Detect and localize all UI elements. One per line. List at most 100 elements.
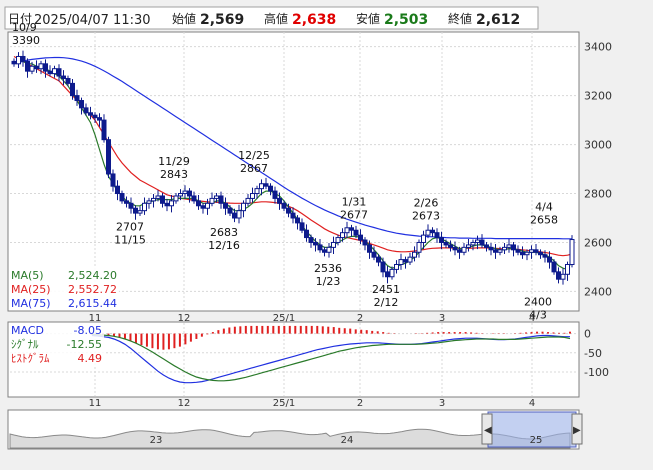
macd-legend-label: MACD xyxy=(11,324,44,337)
candle-body xyxy=(196,200,201,207)
candle-body xyxy=(565,264,570,275)
candle-body xyxy=(326,246,332,253)
candle-body xyxy=(484,244,489,248)
price-tick-label: 2800 xyxy=(584,188,612,201)
candle-body xyxy=(421,234,426,243)
candle-body xyxy=(268,185,273,192)
price-axis: 3400 3200 3000 2800 2600 2400 xyxy=(584,41,612,299)
candle-body xyxy=(43,63,48,72)
candle-body xyxy=(38,63,44,70)
annotation-line2: 2673 xyxy=(412,210,440,223)
annotation-line1: 2683 xyxy=(210,226,238,239)
annotation-line1: 11/29 xyxy=(158,155,190,168)
candle-body xyxy=(254,188,260,195)
candle-body xyxy=(236,210,242,219)
annotation-line1: 4/4 xyxy=(535,200,553,213)
candle-body xyxy=(416,241,422,253)
candle-body xyxy=(52,68,57,75)
candle-body xyxy=(542,254,548,258)
candle-body xyxy=(443,241,449,246)
annotation-line2: 2843 xyxy=(160,168,188,181)
candle-body xyxy=(308,237,314,243)
candle-body xyxy=(317,244,323,251)
candle-body xyxy=(371,251,377,258)
price-tick-label: 3200 xyxy=(584,90,612,103)
candle-body xyxy=(25,60,30,72)
candle-body xyxy=(11,60,17,65)
candle-body xyxy=(448,244,453,248)
candle-body xyxy=(434,232,440,239)
candle-body xyxy=(299,222,305,231)
candle-body xyxy=(461,246,467,253)
candle-body xyxy=(164,202,170,207)
candle-body xyxy=(169,200,174,207)
candle-body xyxy=(479,239,485,246)
candle-body xyxy=(313,241,318,246)
annotation-line2: 2658 xyxy=(530,213,558,226)
candle-body xyxy=(146,200,152,204)
candle-body xyxy=(547,256,552,263)
candle-body xyxy=(151,197,156,202)
signal-legend-value: -12.55 xyxy=(67,338,102,351)
candle-body xyxy=(259,183,264,190)
macd-legend-value: -8.05 xyxy=(74,324,102,337)
candle-body xyxy=(245,197,251,204)
price-tick-label: 3400 xyxy=(584,41,612,54)
signal-legend-label: ｼｸﾞﾅﾙ xyxy=(11,338,39,351)
ma25-legend-label: MA(25) xyxy=(11,283,51,296)
candle-body xyxy=(515,249,521,253)
chevron-right-icon: ▶ xyxy=(573,425,581,436)
low-label: 安値 xyxy=(356,11,380,26)
candle-body xyxy=(88,112,93,116)
candle-body xyxy=(92,114,98,119)
candle-body xyxy=(466,244,471,248)
annotation-line1: 2536 xyxy=(314,262,342,275)
candle-body xyxy=(385,271,390,278)
candle-body xyxy=(223,202,228,209)
candle-body xyxy=(430,229,435,234)
annotation-line1: 2/26 xyxy=(414,197,439,210)
low-value: 2,503 xyxy=(384,12,428,28)
candle-body xyxy=(133,207,138,214)
candle-body xyxy=(277,197,282,204)
candle-body xyxy=(119,193,125,202)
ma75-legend-label: MA(75) xyxy=(11,297,51,310)
candle-body xyxy=(263,183,269,187)
candle-body xyxy=(475,239,480,243)
candle-body xyxy=(560,273,566,280)
candle-body xyxy=(250,193,255,199)
candle-body xyxy=(214,195,219,199)
annotation-line2: 3390 xyxy=(12,34,40,47)
annotation-line1: 2400 xyxy=(524,295,552,308)
candle-body xyxy=(281,202,287,209)
candle-body xyxy=(47,70,53,75)
candle-body xyxy=(551,261,557,273)
annotation-line1: 2451 xyxy=(372,283,400,296)
candle-body xyxy=(403,259,408,263)
candle-body xyxy=(331,241,336,248)
hist-legend-value: 4.49 xyxy=(78,352,103,365)
high-value: 2,638 xyxy=(292,12,336,28)
candle-body xyxy=(209,197,215,204)
candle-body xyxy=(65,78,71,84)
annotation-line1: 12/25 xyxy=(238,149,270,162)
close-value: 2,612 xyxy=(476,12,520,28)
candle-body xyxy=(182,190,188,195)
macd-date-tick-label: 3 xyxy=(439,398,445,409)
open-label: 始値 xyxy=(172,11,196,26)
candle-body xyxy=(470,241,476,246)
candle-body xyxy=(56,68,62,77)
navigator-year-label: 23 xyxy=(150,435,163,446)
candle-body xyxy=(29,65,35,72)
candle-body xyxy=(295,217,300,224)
candle-body xyxy=(79,100,84,109)
macd-tick-label: 0 xyxy=(584,328,591,341)
candle-body xyxy=(286,207,291,214)
candle-body xyxy=(488,246,494,251)
annotation-line1: 10/9 xyxy=(12,21,37,34)
macd-date-axis: 11 12 25/1 2 3 4 xyxy=(89,398,536,409)
macd-date-tick-label: 4 xyxy=(529,398,535,409)
macd-date-tick-label: 11 xyxy=(89,398,102,409)
macd-date-tick-label: 2 xyxy=(357,398,363,409)
annotation-line2: 2/12 xyxy=(374,296,399,309)
